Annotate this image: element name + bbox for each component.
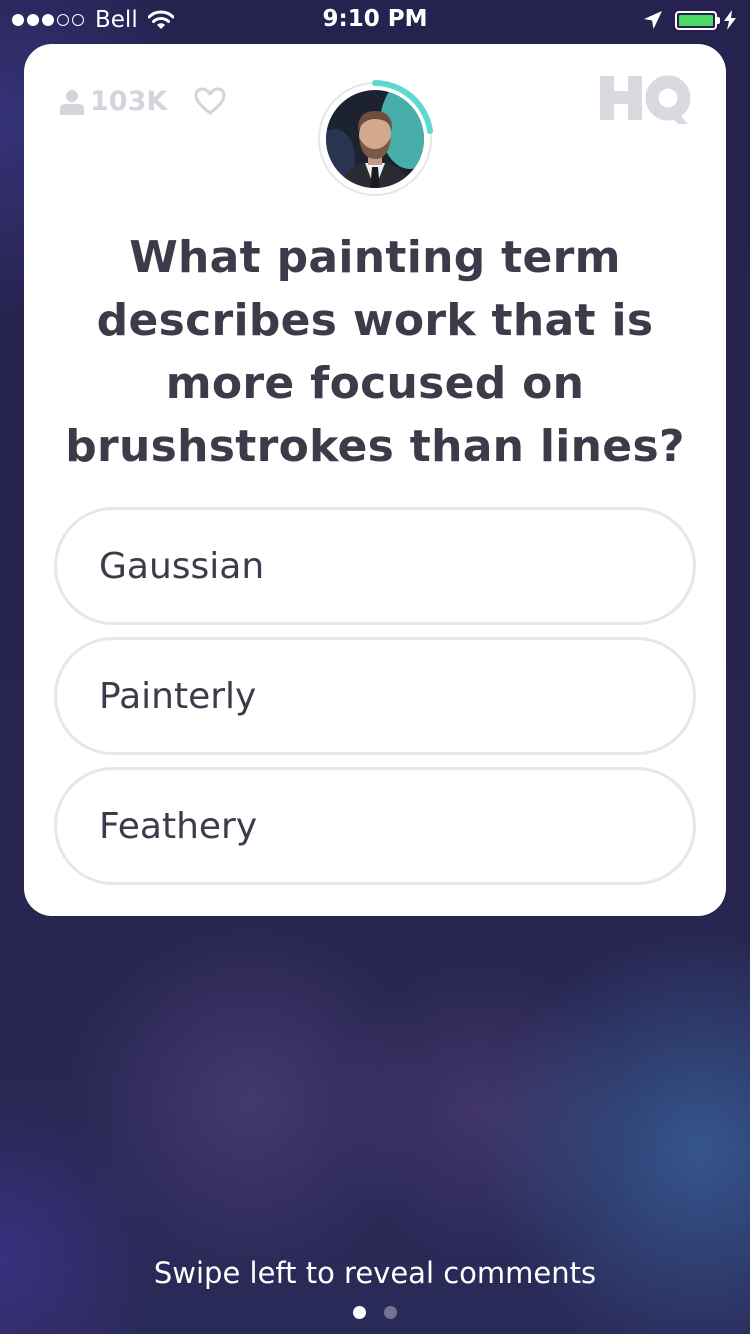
location-arrow-icon xyxy=(644,11,662,29)
answer-option[interactable]: Feathery xyxy=(54,767,696,885)
question-text: What painting term describes work that i… xyxy=(65,232,685,472)
question-card: 103K What painting term describes work t… xyxy=(24,44,726,916)
status-bar: Bell 9:10 PM xyxy=(0,0,750,40)
battery-fill xyxy=(679,14,713,26)
answer-list: Gaussian Painterly Feathery xyxy=(54,507,696,897)
answer-option[interactable]: Painterly xyxy=(54,637,696,755)
page-indicator[interactable] xyxy=(0,1306,750,1319)
page-dot-2[interactable] xyxy=(384,1306,397,1319)
viewer-count: 103K xyxy=(60,86,167,117)
status-time: 9:10 PM xyxy=(322,6,428,32)
host-avatar xyxy=(316,80,434,198)
swipe-hint: Swipe left to reveal comments xyxy=(153,1256,597,1290)
charging-bolt-icon xyxy=(724,10,736,30)
battery-nub xyxy=(717,16,720,24)
status-right xyxy=(643,9,736,31)
page-dot-1[interactable] xyxy=(353,1306,366,1319)
heart-icon[interactable] xyxy=(194,87,226,115)
hq-logo xyxy=(600,72,692,132)
viewer-count-label: 103K xyxy=(90,86,168,117)
person-icon xyxy=(60,89,84,115)
answer-option[interactable]: Gaussian xyxy=(54,507,696,625)
battery-icon xyxy=(675,10,717,30)
